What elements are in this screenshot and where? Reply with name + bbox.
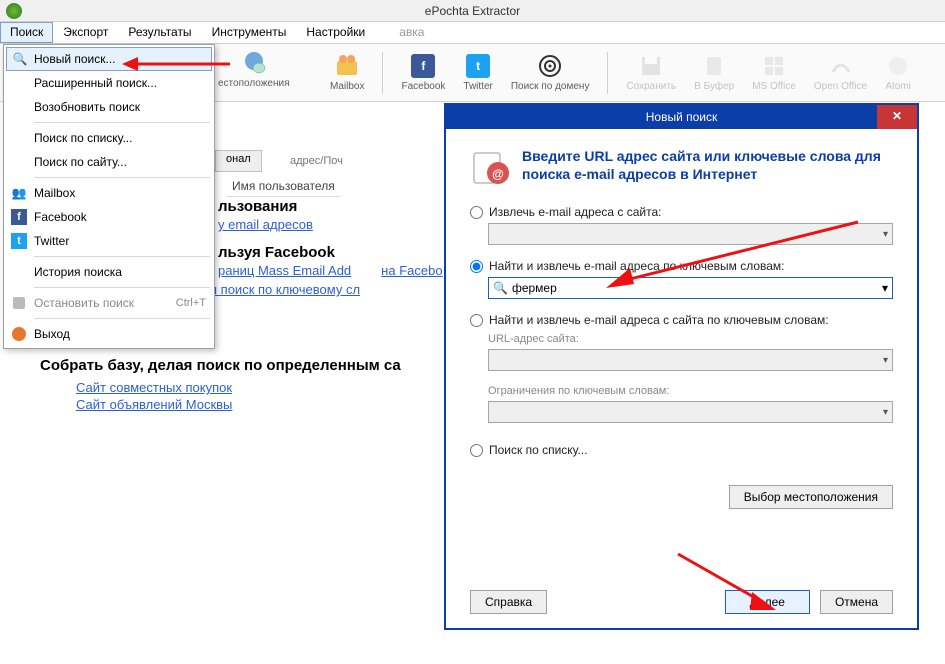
link-on-facebook[interactable]: на Facebo — [381, 263, 442, 278]
menu-item-search-by-list[interactable]: Поиск по списку... — [6, 126, 212, 150]
menubar: Поиск Экспорт Результаты Инструменты Нас… — [0, 22, 945, 44]
keyword-value: фермер — [512, 281, 557, 295]
site-url-combo[interactable]: ▾ — [488, 223, 893, 245]
clipboard-icon — [701, 53, 727, 79]
twitter-icon: t — [465, 53, 491, 79]
menu-separator — [34, 122, 210, 123]
facebook-icon: f — [410, 53, 436, 79]
menu-settings[interactable]: Настройки — [296, 22, 375, 43]
search-dropdown-menu: 🔍 Новый поиск... Расширенный поиск... Во… — [3, 44, 215, 349]
sublabel-url: URL-адрес сайта: — [488, 333, 893, 345]
keyword-limit-combo[interactable]: ▾ — [488, 401, 893, 423]
address-hint: адрес/Поч — [290, 155, 343, 167]
menu-results[interactable]: Результаты — [118, 22, 201, 43]
keyword-field-wrap: 🔍 фермер ▾ — [488, 277, 893, 299]
menu-separator — [34, 287, 210, 288]
menu-search[interactable]: Поиск — [0, 22, 53, 43]
ribbon-locations[interactable]: естоположения — [218, 50, 290, 89]
target-icon — [537, 53, 563, 79]
radio-extract-from-site[interactable] — [470, 206, 483, 219]
atomic-icon — [885, 53, 911, 79]
power-icon — [10, 325, 28, 343]
save-icon — [638, 53, 664, 79]
link-mass-email[interactable]: раниц Mass Email Add — [218, 263, 351, 278]
menu-item-twitter[interactable]: t Twitter — [6, 229, 212, 253]
twitter-icon: t — [10, 232, 28, 250]
new-search-dialog: Новый поиск ✕ @ Введите URL адрес сайта … — [444, 103, 919, 630]
location-button[interactable]: Выбор местоположения — [729, 485, 893, 509]
menu-item-stop-search: Остановить поиск Ctrl+T — [6, 291, 212, 315]
menu-item-resume-search[interactable]: Возобновить поиск — [6, 95, 212, 119]
ribbon-msoffice[interactable]: MS Office — [752, 53, 796, 92]
app-title: ePochta Extractor — [425, 4, 520, 18]
next-button[interactable]: Далее — [725, 590, 810, 614]
dialog-titlebar: Новый поиск ✕ — [446, 105, 917, 129]
site-url-field: ▾ — [488, 223, 893, 245]
ribbon-mailbox[interactable]: Mailbox — [330, 53, 364, 92]
ribbon-facebook[interactable]: f Facebook — [401, 53, 445, 92]
dialog-head-icon: @ — [470, 147, 510, 187]
globe-icon — [241, 50, 267, 76]
menu-separator — [34, 256, 210, 257]
tab-personal[interactable]: онал — [215, 150, 262, 172]
menu-item-facebook[interactable]: f Facebook — [6, 205, 212, 229]
dialog-close-button[interactable]: ✕ — [877, 105, 917, 129]
ribbon-save[interactable]: Сохранить — [626, 53, 676, 92]
sublabel-limit: Ограничения по ключевым словам: — [488, 385, 893, 397]
menu-separator — [34, 318, 210, 319]
tab-strip: онал — [215, 150, 262, 172]
dialog-title-text: Новый поиск — [646, 110, 718, 124]
option-by-keywords[interactable]: Найти и извлечь e-mail адреса по ключевы… — [470, 259, 893, 273]
menu-separator — [34, 177, 210, 178]
dialog-heading: Введите URL адрес сайта или ключевые сло… — [522, 147, 893, 187]
radio-site-plus-keywords[interactable] — [470, 314, 483, 327]
option-extract-from-site[interactable]: Извлечь e-mail адреса с сайта: — [470, 205, 893, 219]
radio-by-keywords[interactable] — [470, 260, 483, 273]
ribbon-twitter[interactable]: t Twitter — [463, 53, 492, 92]
site-keywords-url-combo[interactable]: ▾ — [488, 349, 893, 371]
ribbon-separator — [382, 52, 383, 94]
msoffice-icon — [761, 53, 787, 79]
app-titlebar: ePochta Extractor — [0, 0, 945, 22]
option-by-list[interactable]: Поиск по списку... — [470, 443, 893, 457]
menu-export[interactable]: Экспорт — [53, 22, 118, 43]
menu-item-exit[interactable]: Выход — [6, 322, 212, 346]
people-icon: 👥 — [10, 184, 28, 202]
mailbox-icon — [334, 53, 360, 79]
menu-item-mailbox[interactable]: 👥 Mailbox — [6, 181, 212, 205]
menu-item-history[interactable]: История поиска — [6, 260, 212, 284]
keyword-input-combo[interactable]: 🔍 фермер ▾ — [488, 277, 893, 299]
ribbon-atomic[interactable]: Atomi — [885, 53, 911, 92]
column-header-username: Имя пользователя — [226, 176, 341, 197]
stop-icon — [10, 294, 28, 312]
option-site-plus-keywords[interactable]: Найти и извлечь e-mail адреса с сайта по… — [470, 313, 893, 327]
svg-text:@: @ — [492, 167, 504, 181]
app-logo-icon — [6, 3, 22, 19]
chevron-down-icon: ▾ — [883, 229, 888, 240]
ribbon-openoffice[interactable]: Open Office — [814, 53, 867, 92]
radio-by-list[interactable] — [470, 444, 483, 457]
magnifier-icon: 🔍 — [11, 50, 29, 68]
ribbon-separator — [607, 52, 608, 94]
menu-item-new-search[interactable]: 🔍 Новый поиск... — [6, 47, 212, 71]
menu-fragment: авка — [389, 22, 434, 43]
menu-item-advanced-search[interactable]: Расширенный поиск... — [6, 71, 212, 95]
chevron-down-icon: ▾ — [882, 281, 888, 295]
openoffice-icon — [828, 53, 854, 79]
magnifier-icon: 🔍 — [493, 281, 508, 295]
chevron-down-icon: ▾ — [883, 407, 888, 418]
ribbon-clipboard[interactable]: В Буфер — [694, 53, 734, 92]
cancel-button[interactable]: Отмена — [820, 590, 893, 614]
help-button[interactable]: Справка — [470, 590, 547, 614]
facebook-icon: f — [10, 208, 28, 226]
menu-tools[interactable]: Инструменты — [202, 22, 297, 43]
menu-item-search-by-site[interactable]: Поиск по сайту... — [6, 150, 212, 174]
chevron-down-icon: ▾ — [883, 355, 888, 366]
ribbon-domain-search[interactable]: Поиск по домену — [511, 53, 590, 92]
